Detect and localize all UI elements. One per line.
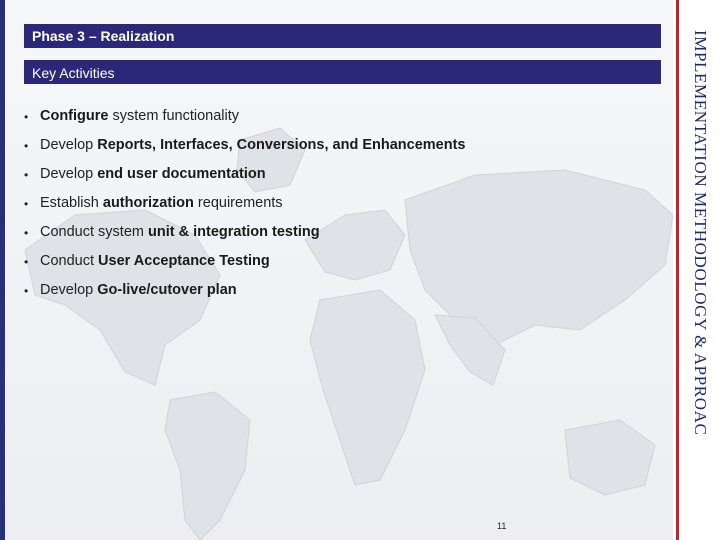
bullet-marker: • — [24, 139, 29, 153]
list-item: • Develop end user documentation — [24, 166, 664, 195]
bullet-marker: • — [24, 226, 29, 240]
phase-title: Phase 3 – Realization — [32, 28, 175, 44]
section-title-bar: Key Activities — [24, 60, 661, 84]
section-title: Key Activities — [32, 65, 115, 81]
list-item: • Develop Go-live/cutover plan — [24, 282, 664, 311]
bullet-text: Establish authorization requirements — [40, 195, 283, 211]
bullet-text: Conduct system unit & integration testin… — [40, 224, 320, 240]
list-item: • Conduct system unit & integration testi… — [24, 224, 664, 253]
bullet-marker: • — [24, 168, 29, 182]
list-item: • Conduct User Acceptance Testing — [24, 253, 664, 282]
vertical-section-title: IMPLEMENTATION METHODOLOGY & APPROACH — [683, 30, 717, 434]
bullet-marker: • — [24, 284, 29, 298]
bullet-text: Conduct User Acceptance Testing — [40, 253, 270, 269]
bullet-text: Develop Go-live/cutover plan — [40, 282, 237, 298]
bullet-marker: • — [24, 110, 29, 124]
right-red-stripe — [676, 0, 679, 540]
bullet-text: Develop Reports, Interfaces, Conversions… — [40, 137, 466, 153]
bullet-marker: • — [24, 197, 29, 211]
list-item: • Develop Reports, Interfaces, Conversion… — [24, 137, 664, 166]
side-title-text: IMPLEMENTATION METHODOLOGY & APPROACH — [691, 30, 710, 434]
phase-title-bar: Phase 3 – Realization — [24, 24, 661, 48]
bullet-marker: • — [24, 255, 29, 269]
key-activities-list: • Configure system functionality • Develop… — [24, 108, 664, 311]
list-item: • Establish authorization requirements — [24, 195, 664, 224]
list-item: • Configure system functionality — [24, 108, 664, 137]
bullet-text: Develop end user documentation — [40, 166, 266, 182]
bullet-text: Configure system functionality — [40, 108, 240, 124]
page-number: 11 — [497, 521, 507, 531]
